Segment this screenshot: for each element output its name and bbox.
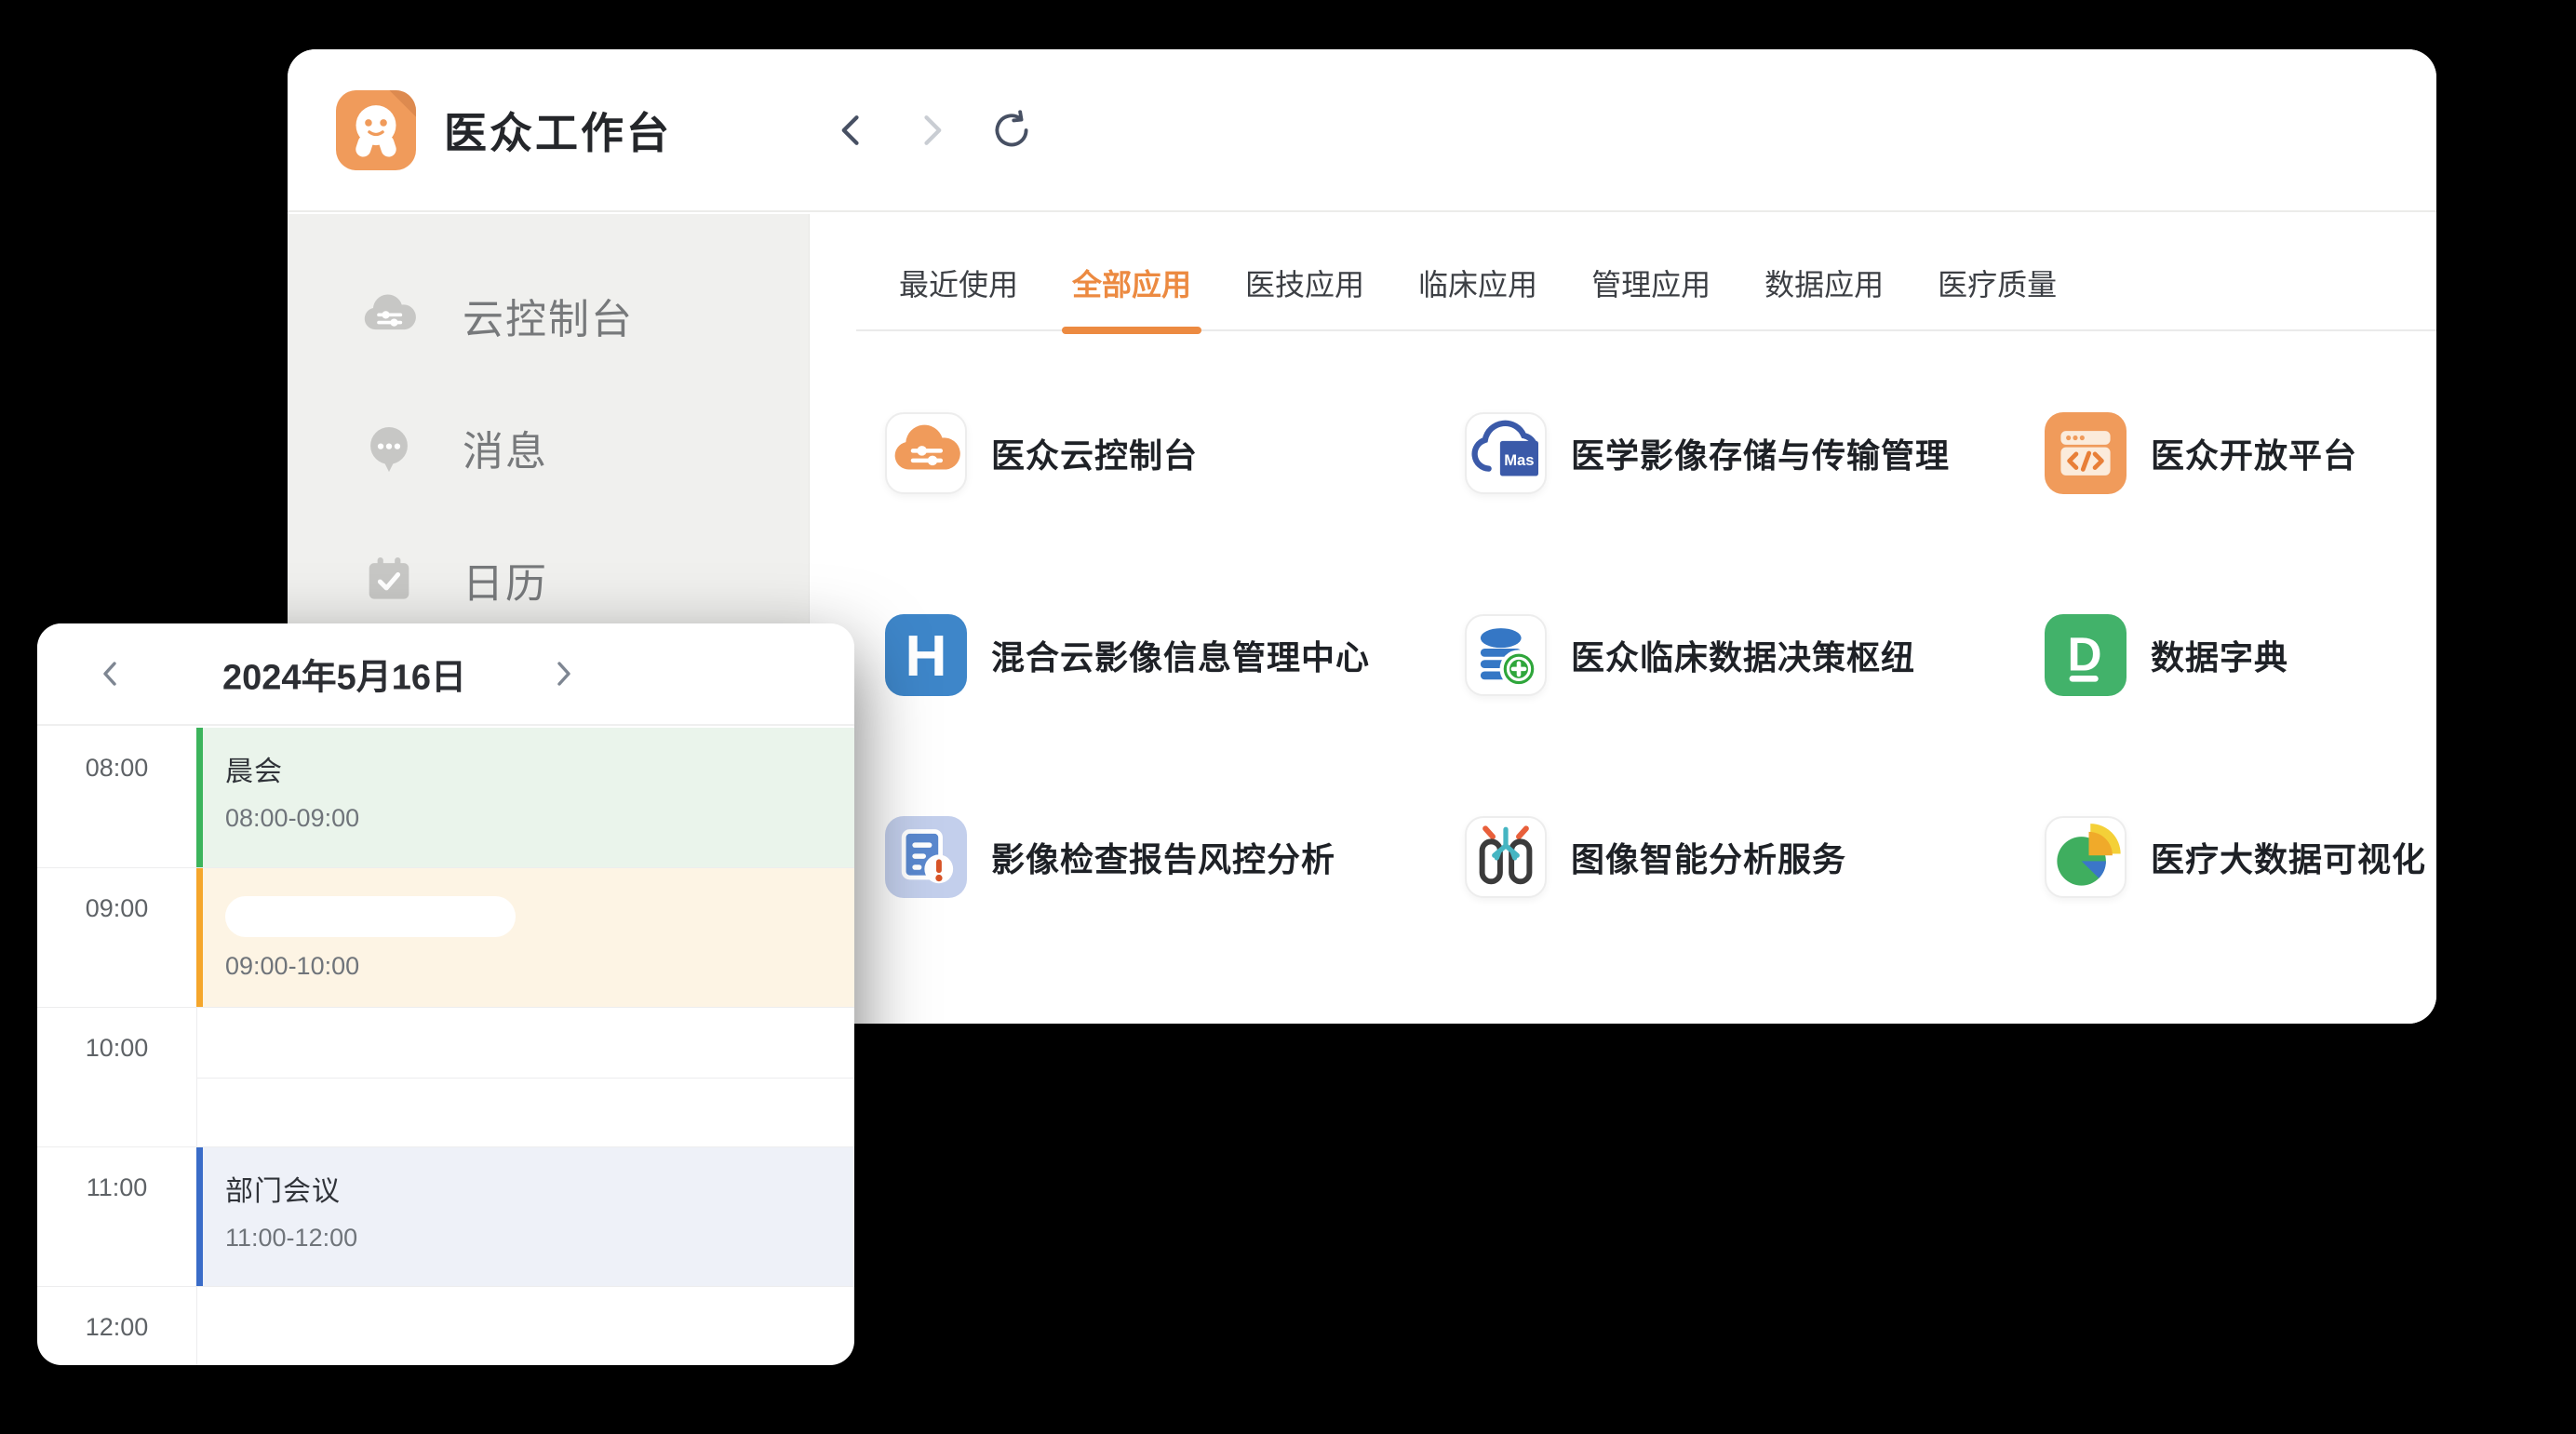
- tab-management-apps[interactable]: 管理应用: [1591, 261, 1711, 329]
- hour-label: 10:00: [37, 1034, 196, 1063]
- event-time: 08:00-09:00: [225, 804, 854, 833]
- redacted-title-pill: [225, 896, 516, 937]
- dictionary-d-icon: D: [2045, 614, 2127, 696]
- sidebar-item-label: 云控制台: [463, 286, 634, 345]
- tab-all-apps[interactable]: 全部应用: [1072, 261, 1191, 329]
- app-label: 数据字典: [2151, 631, 2288, 679]
- cloud-console-icon: [358, 285, 420, 346]
- app-category-tabs: 最近使用 全部应用 医技应用 临床应用 管理应用 数据应用 医疗质量: [856, 214, 2436, 331]
- tab-recent[interactable]: 最近使用: [899, 261, 1018, 329]
- app-logo-icon: [336, 90, 416, 170]
- window-header: 医众工作台: [288, 49, 2436, 212]
- app-label: 混合云影像信息管理中心: [991, 631, 1370, 679]
- calendar-date-title: 2024年5月16日: [168, 649, 521, 700]
- hour-label: 09:00: [37, 894, 196, 923]
- back-arrow-icon[interactable]: [829, 108, 874, 153]
- refresh-icon[interactable]: [989, 108, 1034, 153]
- hour-label: 12:00: [37, 1313, 196, 1342]
- calendar-header: 2024年5月16日: [37, 623, 854, 726]
- app-label: 医众开放平台: [2151, 429, 2357, 477]
- day-calendar-panel: 2024年5月16日 08:00 晨会 08:00-09:00 09:00 09…: [37, 623, 854, 1365]
- app-big-data-visualization[interactable]: 医疗大数据可视化: [2045, 816, 2426, 898]
- calendar-row-0900: 09:00 09:00-10:00: [37, 867, 854, 1007]
- app-label: 医学影像存储与传输管理: [1571, 429, 1950, 477]
- calendar-row-1200: 12:00: [37, 1286, 854, 1365]
- app-open-platform[interactable]: 医众开放平台: [2045, 412, 2426, 494]
- tab-clinical-apps[interactable]: 临床应用: [1418, 261, 1537, 329]
- prev-day-icon[interactable]: [95, 658, 127, 690]
- event-time: 11:00-12:00: [225, 1224, 854, 1253]
- nav-controls: [829, 49, 1034, 210]
- main-content: 最近使用 全部应用 医技应用 临床应用 管理应用 数据应用 医疗质量: [810, 214, 2436, 1024]
- half-hour-divider: [197, 1078, 854, 1079]
- svg-text:D: D: [2068, 628, 2102, 681]
- message-bubble-icon: [358, 417, 420, 478]
- event-title: 晨会: [225, 748, 854, 789]
- next-day-icon[interactable]: [547, 658, 579, 690]
- event-redacted[interactable]: 09:00-10:00: [196, 868, 854, 1007]
- lungs-icon: [1465, 816, 1547, 898]
- app-grid: 医众云控制台 Mas 医学影像存储与传输管理: [885, 412, 2418, 1018]
- sidebar-item-messages[interactable]: 消息: [288, 382, 809, 514]
- database-plus-icon: [1465, 614, 1547, 696]
- app-label: 医众临床数据决策枢纽: [1571, 631, 1915, 679]
- event-department-meeting[interactable]: 部门会议 11:00-12:00: [196, 1147, 854, 1286]
- app-label: 图像智能分析服务: [1571, 833, 1846, 881]
- forward-arrow-icon[interactable]: [909, 108, 954, 153]
- app-title: 医众工作台: [444, 100, 672, 161]
- letter-h-icon: H: [885, 614, 967, 696]
- app-cloud-console[interactable]: 医众云控制台: [885, 412, 1465, 494]
- app-pacs[interactable]: Mas 医学影像存储与传输管理: [1465, 412, 2045, 494]
- app-data-dictionary[interactable]: D 数据字典: [2045, 614, 2426, 696]
- app-label: 医疗大数据可视化: [2151, 833, 2426, 881]
- calendar-check-icon: [358, 549, 420, 610]
- calendar-row-0800: 08:00 晨会 08:00-09:00: [37, 728, 854, 867]
- app-clinical-data-hub[interactable]: 医众临床数据决策枢纽: [1465, 614, 2045, 696]
- hour-label: 11:00: [37, 1173, 196, 1202]
- tab-quality[interactable]: 医疗质量: [1938, 261, 2057, 329]
- logo-folded-corner: [389, 90, 416, 117]
- app-label: 医众云控制台: [991, 429, 1198, 477]
- app-hybrid-cloud-imaging[interactable]: H 混合云影像信息管理中心: [885, 614, 1465, 696]
- code-window-icon: [2045, 412, 2127, 494]
- event-title: 部门会议: [225, 1168, 854, 1209]
- event-morning-meeting[interactable]: 晨会 08:00-09:00: [196, 728, 854, 867]
- hour-label: 08:00: [37, 754, 196, 783]
- cloud-mas-icon: Mas: [1465, 412, 1547, 494]
- report-alert-icon: [885, 816, 967, 898]
- sidebar-item-label: 日历: [463, 550, 548, 610]
- svg-text:Mas: Mas: [1504, 451, 1534, 469]
- cloud-sliders-icon: [885, 412, 967, 494]
- app-image-ai-analysis[interactable]: 图像智能分析服务: [1465, 816, 2045, 898]
- sidebar-item-cloud-console[interactable]: 云控制台: [288, 249, 809, 382]
- pie-chart-icon: [2045, 816, 2127, 898]
- event-time: 09:00-10:00: [225, 952, 854, 981]
- calendar-body: 08:00 晨会 08:00-09:00 09:00 09:00-10:00 1…: [37, 728, 854, 1365]
- calendar-row-1100: 11:00 部门会议 11:00-12:00: [37, 1146, 854, 1286]
- sidebar-item-label: 消息: [463, 418, 548, 477]
- svg-text:H: H: [905, 624, 946, 689]
- calendar-row-1000: 10:00: [37, 1007, 854, 1146]
- tab-data-apps[interactable]: 数据应用: [1764, 261, 1884, 329]
- app-report-risk-analysis[interactable]: 影像检查报告风控分析: [885, 816, 1465, 898]
- tab-medtech-apps[interactable]: 医技应用: [1245, 261, 1364, 329]
- app-label: 影像检查报告风控分析: [991, 833, 1335, 881]
